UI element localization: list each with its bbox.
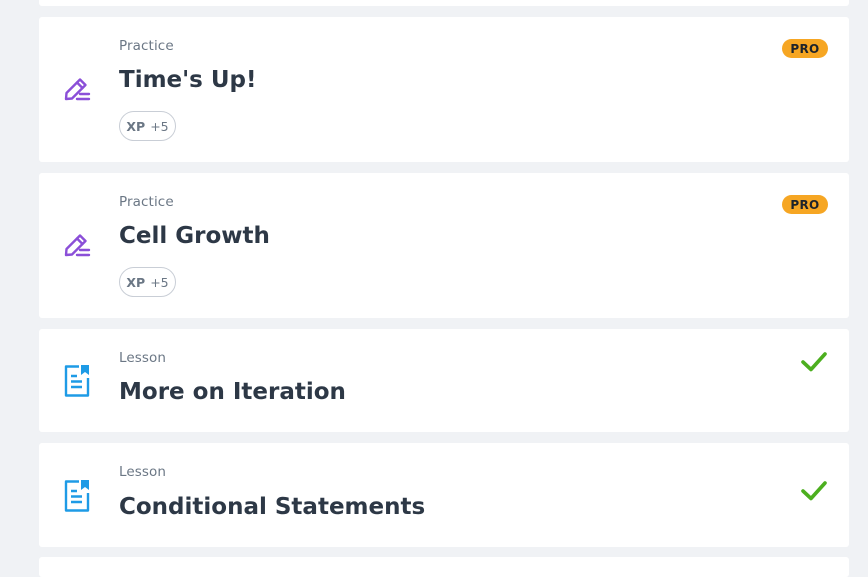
pencil-icon — [63, 228, 93, 262]
lesson-document-icon — [63, 479, 93, 513]
xp-label: XP — [126, 118, 146, 134]
practice-item-times-up[interactable]: Practice Time's Up! XP +5 PRO — [39, 17, 849, 162]
item-kind-label: Practice — [119, 194, 174, 210]
xp-reward-pill: XP +5 — [119, 267, 176, 297]
practice-item-cell-growth[interactable]: Practice Cell Growth XP +5 PRO — [39, 173, 849, 318]
lesson-document-icon — [63, 364, 93, 398]
pencil-icon — [63, 72, 93, 106]
xp-reward-pill: XP +5 — [119, 111, 176, 141]
item-title[interactable]: Conditional Statements — [119, 494, 425, 520]
item-kind-label: Practice — [119, 38, 174, 54]
item-kind-label: Lesson — [119, 464, 167, 480]
pro-badge: PRO — [782, 39, 828, 58]
checkmark-icon — [800, 350, 828, 374]
item-title[interactable]: More on Iteration — [119, 379, 346, 405]
next-item-card[interactable] — [39, 557, 849, 577]
item-title[interactable]: Time's Up! — [119, 67, 257, 93]
item-title[interactable]: Cell Growth — [119, 223, 270, 249]
lesson-item-conditional-statements[interactable]: Lesson Conditional Statements — [39, 443, 849, 547]
xp-label: XP — [126, 274, 146, 290]
checkmark-icon — [800, 479, 828, 503]
previous-item-card[interactable] — [39, 0, 849, 6]
item-kind-label: Lesson — [119, 350, 167, 366]
pro-badge: PRO — [782, 195, 828, 214]
lesson-item-more-on-iteration[interactable]: Lesson More on Iteration — [39, 329, 849, 432]
xp-value: +5 — [150, 118, 169, 134]
xp-value: +5 — [150, 274, 169, 290]
